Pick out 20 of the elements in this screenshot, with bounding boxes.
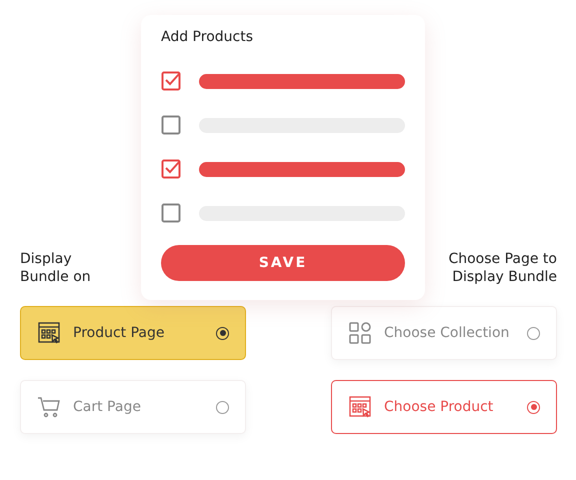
page-option[interactable]: Choose Collection [331,306,557,360]
checked-checkbox[interactable] [161,159,181,179]
card-title: Add Products [161,29,254,45]
group-label: Display Bundle on [20,250,92,286]
radio-button[interactable] [216,326,229,340]
radio-button[interactable] [527,400,540,414]
radio-button[interactable] [527,326,540,340]
checkbox[interactable] [161,203,181,223]
checkbox[interactable] [161,115,181,135]
webpage-icon [348,395,372,419]
group-label: Choose Page to Display Bundle [447,250,557,286]
webpage-icon [37,321,61,345]
page-option[interactable]: Cart Page [20,380,246,434]
page-option[interactable]: Choose Product [331,380,557,434]
page-option[interactable]: Product Page [20,306,246,360]
grid-icon [348,321,372,345]
cart-icon [37,395,61,419]
radio-button[interactable] [216,400,229,414]
save-button[interactable]: SAVE [161,245,405,281]
checked-checkbox[interactable] [161,71,181,91]
